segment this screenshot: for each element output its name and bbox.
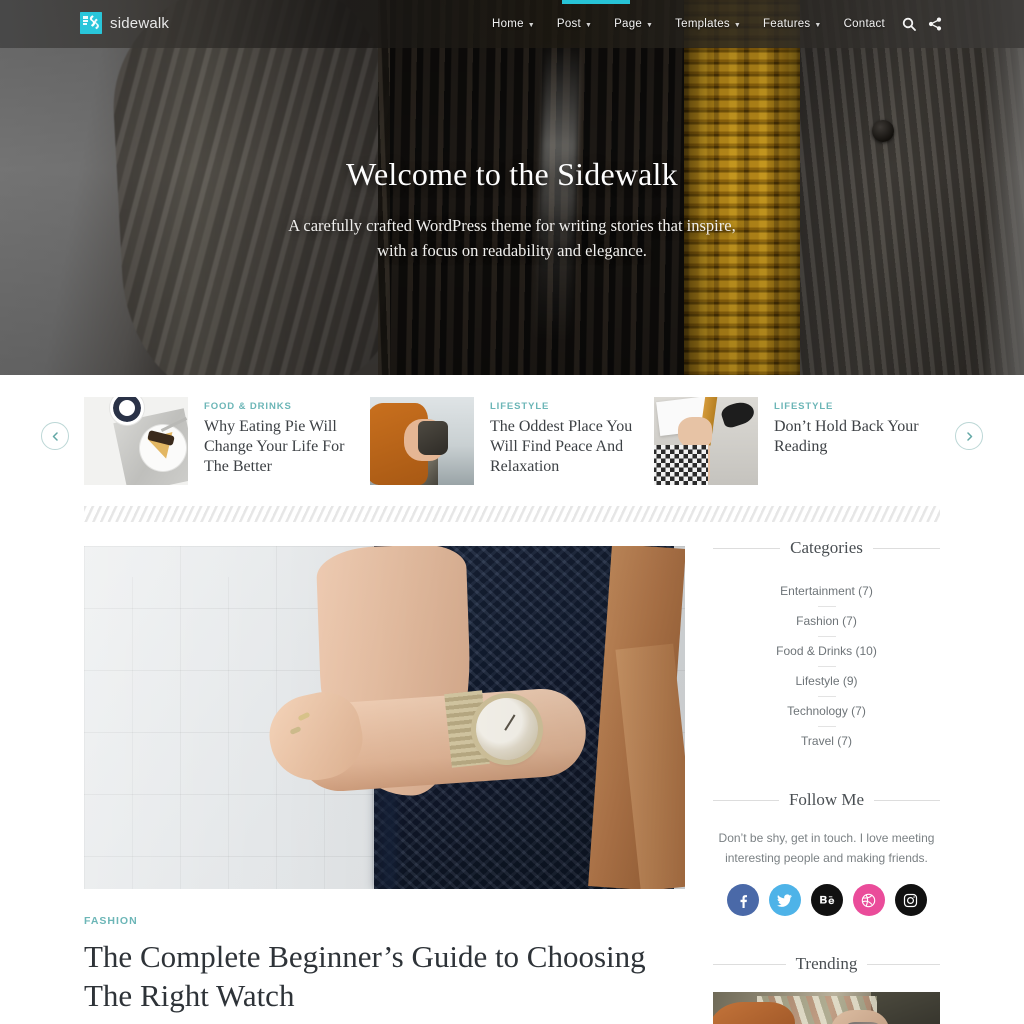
carousel-item-title: The Oddest Place You Will Find Peace And… [489, 418, 633, 475]
sidebar: Categories Entertainment (7) Fashion (7)… [713, 538, 941, 1024]
trending-widget-header: Trending [713, 954, 940, 974]
carousel-next-button[interactable] [955, 422, 983, 450]
nav-item-post-label: Post [556, 18, 581, 30]
category-item-travel[interactable]: Travel (7) [713, 726, 940, 756]
chevron-down-icon: ▼ [584, 21, 593, 29]
follow-me-widget: Follow Me Don’t be shy, get in touch. I … [713, 790, 940, 916]
category-item-entertainment[interactable]: Entertainment (7) [713, 576, 940, 606]
chevron-down-icon: ▼ [527, 21, 535, 29]
categories-heading: Categories [790, 538, 863, 557]
category-item-fashion[interactable]: Fashion (7) [713, 606, 940, 636]
reading-on-floor-photo [654, 397, 758, 485]
nav-item-home-label: Home [492, 18, 524, 30]
woman-with-tattoo-reading-photo[interactable] [713, 992, 940, 1024]
carousel-prev-button[interactable] [41, 422, 69, 450]
header-rule-right [867, 963, 940, 965]
sidewalk-s-mark-icon [80, 12, 102, 34]
categories-list: Entertainment (7) Fashion (7) Food & Dri… [713, 576, 940, 756]
carousel-item-title: Why Eating Pie Will Change Your Life For… [204, 418, 345, 475]
carousel-item-category: FOOD & DRINKS [204, 401, 292, 412]
trending-heading: Trending [795, 954, 858, 973]
hero-subtitle-line-2: with a focus on readability and elegance… [377, 241, 647, 260]
nav-item-page[interactable]: Page ▼ [603, 0, 664, 48]
nav-item-contact-label: Contact [843, 18, 885, 30]
woman-holding-cup-photo [369, 397, 474, 485]
hero-subtitle-line-1: A carefully crafted WordPress theme for … [288, 216, 736, 235]
site-logo-text: sidewalk [110, 14, 170, 32]
category-item-food-and-drinks[interactable]: Food & Drinks (10) [713, 636, 940, 666]
article-featured-image[interactable] [84, 546, 685, 889]
nav-item-templates-label: Templates [675, 18, 730, 30]
twitter-icon[interactable] [768, 884, 801, 916]
carousel-item[interactable]: LIFESTYLE The Oddest Place You Will Find… [369, 397, 654, 489]
carousel-item-category: LIFESTYLE [489, 401, 550, 412]
category-item-technology[interactable]: Technology (7) [713, 696, 940, 726]
dribbble-icon[interactable] [852, 884, 885, 916]
nav-item-features[interactable]: Features ▼ [752, 0, 833, 48]
header-rule-left [713, 963, 786, 965]
nav-item-post[interactable]: Post ▼ [546, 0, 603, 48]
main-content: FASHION The Complete Beginner’s Guide to… [84, 546, 685, 1024]
nav-item-templates[interactable]: Templates ▼ [664, 0, 752, 48]
follow-description: Don’t be shy, get in touch. I love meeti… [718, 831, 935, 865]
pie-and-blueberries-photo [84, 397, 188, 485]
header-rule-right [874, 799, 940, 801]
carousel-item-category: LIFESTYLE [774, 401, 834, 412]
facebook-icon[interactable] [726, 884, 759, 916]
header-rule-left [713, 547, 781, 549]
hero-content: Welcome to the Sidewalk A carefully craf… [0, 156, 1024, 263]
carousel-item[interactable]: FOOD & DRINKS Why Eating Pie Will Change… [84, 397, 370, 489]
section-divider [84, 506, 940, 522]
featured-carousel: FOOD & DRINKS Why Eating Pie Will Change… [0, 375, 1024, 497]
chevron-down-icon: ▼ [733, 21, 742, 29]
article-title[interactable]: The Complete Beginner’s Guide to Choosin… [84, 937, 685, 1015]
follow-widget-header: Follow Me [713, 790, 940, 810]
behance-icon[interactable] [810, 884, 843, 916]
article-category[interactable]: FASHION [84, 915, 685, 927]
hero-title: Welcome to the Sidewalk [346, 156, 678, 192]
social-links [713, 884, 940, 916]
carousel-item[interactable]: LIFESTYLE Don’t Hold Back Your Reading [654, 397, 940, 489]
carousel-item-title: Don’t Hold Back Your Reading [774, 418, 919, 455]
header-rule-left [713, 799, 779, 801]
site-header: sidewalk Home ▼ Post ▼ Page ▼ Templates … [0, 0, 1024, 48]
instagram-icon[interactable] [894, 884, 927, 916]
nav-item-page-label: Page [614, 18, 642, 30]
nav-item-contact[interactable]: Contact [833, 0, 896, 48]
hero-section: Welcome to the Sidewalk A carefully craf… [0, 0, 1024, 375]
carousel-track: FOOD & DRINKS Why Eating Pie Will Change… [84, 397, 940, 489]
header-rule-right [872, 547, 941, 549]
category-item-lifestyle[interactable]: Lifestyle (9) [713, 666, 940, 696]
search-icon[interactable] [896, 0, 922, 48]
nav-item-features-label: Features [763, 18, 811, 30]
share-icon[interactable] [922, 0, 948, 48]
trending-widget: Trending [713, 954, 940, 1024]
main-navigation: Home ▼ Post ▼ Page ▼ Templates ▼ Feature… [481, 0, 948, 48]
site-logo[interactable]: sidewalk [80, 12, 169, 34]
categories-widget-header: Categories [713, 538, 941, 558]
hero-subtitle: A carefully crafted WordPress theme for … [0, 213, 1024, 263]
nav-item-home[interactable]: Home ▼ [481, 0, 546, 48]
follow-heading: Follow Me [788, 790, 865, 809]
chevron-down-icon: ▼ [645, 21, 654, 29]
chevron-down-icon: ▼ [814, 21, 822, 29]
page-root: Welcome to the Sidewalk A carefully craf… [0, 0, 1024, 1024]
